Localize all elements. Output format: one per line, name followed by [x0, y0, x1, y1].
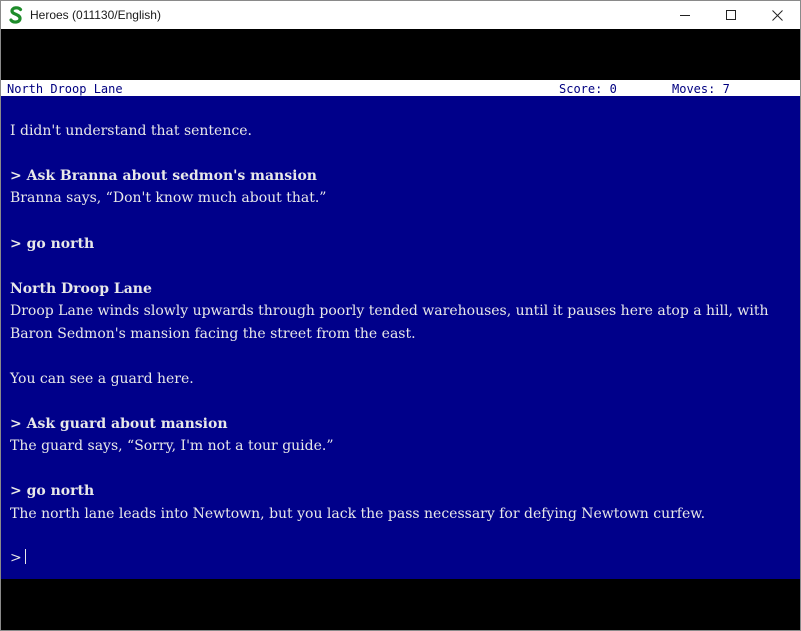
- app-icon: [8, 6, 24, 24]
- room-heading: North Droop Lane: [10, 281, 152, 297]
- room-description: Baron Sedmon's mansion facing the street…: [10, 326, 416, 342]
- minimize-icon: [680, 15, 690, 16]
- player-command: > go north: [10, 483, 95, 499]
- window-controls: [662, 1, 800, 29]
- bottom-margin-band: [1, 579, 800, 630]
- transcript-line: You can see a guard here.: [10, 371, 194, 387]
- transcript-line: I didn't understand that sentence.: [10, 123, 252, 139]
- prompt-symbol: >: [10, 550, 22, 566]
- player-command: > go north: [10, 236, 95, 252]
- transcript-line: Branna says, “Don't know much about that…: [10, 190, 327, 206]
- status-bar: North Droop Lane Score: 0 Moves: 7: [1, 80, 800, 96]
- room-description: Droop Lane winds slowly upwards through …: [10, 303, 769, 319]
- close-icon: [771, 9, 783, 21]
- window-title: Heroes (011130/English): [30, 8, 161, 22]
- transcript-line: The north lane leads into Newtown, but y…: [10, 506, 706, 522]
- player-command: > Ask guard about mansion: [10, 416, 228, 432]
- title-bar[interactable]: Heroes (011130/English): [1, 1, 800, 29]
- player-command: > Ask Branna about sedmon's mansion: [10, 168, 317, 184]
- text-cursor: [24, 549, 26, 564]
- minimize-button[interactable]: [662, 1, 708, 29]
- close-button[interactable]: [754, 1, 800, 29]
- top-margin-band: [1, 29, 800, 80]
- transcript-line: The guard says, “Sorry, I'm not a tour g…: [10, 438, 334, 454]
- game-transcript[interactable]: I didn't understand that sentence. > Ask…: [1, 96, 800, 579]
- app-window: Heroes (011130/English) North Droop Lane…: [0, 0, 801, 631]
- maximize-button[interactable]: [708, 1, 754, 29]
- maximize-icon: [726, 10, 736, 20]
- command-prompt[interactable]: >: [10, 547, 26, 569]
